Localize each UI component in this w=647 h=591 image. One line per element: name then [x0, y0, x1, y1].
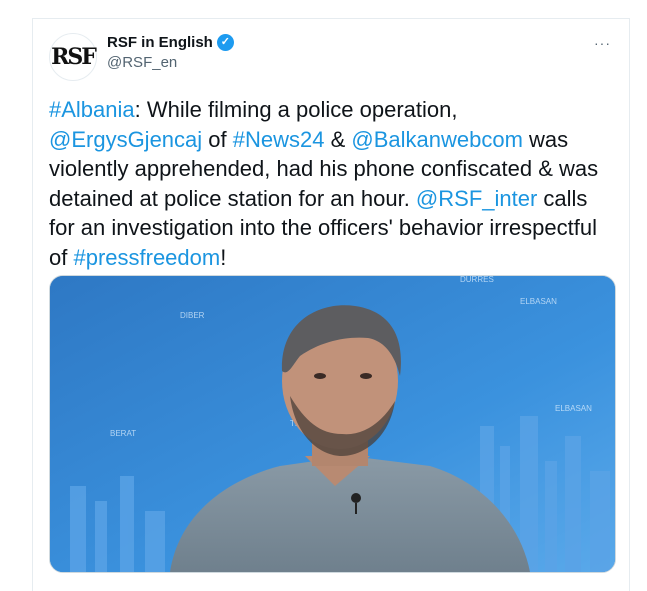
tweet-card[interactable]: RSF RSF in English ✓ @RSF_en ··· #Albani… [32, 18, 630, 591]
hashtag-link[interactable]: #pressfreedom [73, 245, 220, 270]
tweet-header: RSF RSF in English ✓ @RSF_en ··· [49, 33, 613, 83]
author-handle[interactable]: @RSF_en [107, 54, 234, 71]
verified-badge-icon: ✓ [216, 34, 234, 51]
hashtag-link[interactable]: #Albania [49, 97, 135, 122]
map-label: BERAT [110, 429, 136, 438]
avatar[interactable]: RSF [49, 33, 97, 81]
map-label: DIBER [180, 311, 205, 320]
map-label: DURRES [460, 276, 494, 284]
more-options-icon[interactable]: ··· [594, 35, 611, 51]
author-display-name[interactable]: RSF in English ✓ [107, 34, 234, 51]
map-label: ELBASAN [555, 404, 592, 413]
hashtag-link[interactable]: #News24 [233, 127, 325, 152]
map-label: ELBASAN [520, 297, 557, 306]
tweet-text-segment: of [202, 126, 233, 152]
mention-link[interactable]: @Balkanwebcom [351, 127, 523, 152]
tweet-media-image[interactable]: DURRES ELBASAN DIBER BERAT TIRANA ELBASA… [49, 275, 616, 573]
media-photo: DURRES ELBASAN DIBER BERAT TIRANA ELBASA… [50, 276, 615, 572]
mention-link[interactable]: @ErgysGjencaj [49, 127, 202, 152]
author-names: RSF in English ✓ @RSF_en [107, 34, 234, 71]
mention-link[interactable]: @RSF_inter [416, 186, 537, 211]
tweet-text-segment: & [324, 126, 352, 152]
tweet-text-segment: : While filming a police operation, [134, 97, 458, 122]
display-name-text[interactable]: RSF in English [107, 34, 213, 51]
tweet-text: #Albania: While filming a police operati… [49, 95, 615, 272]
tweet-text-segment: ! [220, 244, 227, 270]
